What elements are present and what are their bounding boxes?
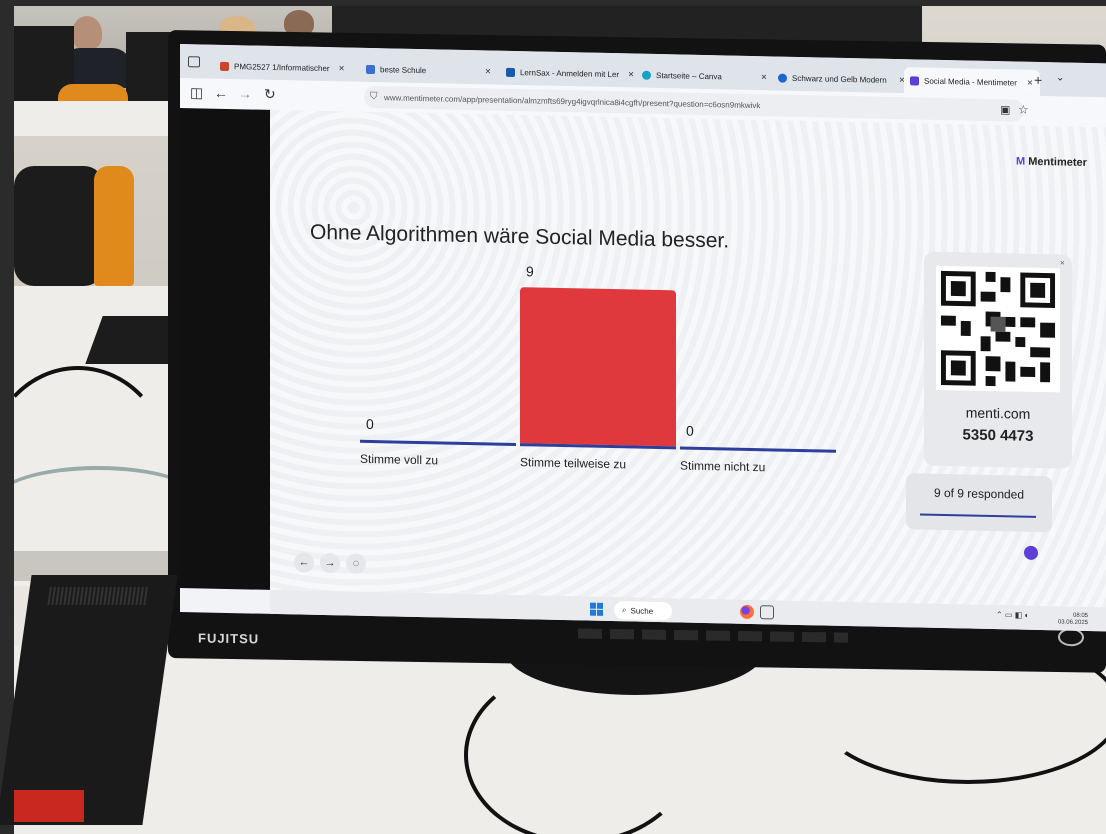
bookmark-star-icon[interactable]: ☆ [1018,103,1029,117]
chevron-down-icon[interactable]: ⌄ [1056,72,1064,83]
reader-mode-icon[interactable]: ▣ [1000,103,1010,116]
mini-pc-accent [14,790,84,822]
chair [94,166,134,286]
reactions-icon[interactable] [1024,545,1038,560]
system-tray[interactable]: ⌃ ▭ ◧ ◐ [996,610,1029,620]
taskbar-search[interactable]: ⌕ Suche [614,601,672,621]
chart-category-label: Stimme nicht zu [680,458,766,475]
chart-value-label: 0 [366,415,374,433]
prev-slide-button[interactable]: ← [294,552,314,573]
responses-progress [920,513,1036,518]
tab-actions-icon[interactable] [188,56,200,68]
search-icon: ⌕ [622,605,627,615]
join-card: × menti.com 5350 4473 [924,251,1072,469]
tab-label: Startseite – Canva [656,70,722,81]
tab-canva[interactable]: Startseite – Canva × [636,62,778,91]
tab-label: beste Schule [380,64,427,75]
firefox-icon[interactable] [740,604,754,620]
tab-informatik[interactable]: PMG2527 1/Informatischer × [214,53,358,82]
new-tab-button[interactable]: + [1034,72,1042,88]
taskbar-clock[interactable]: 08:05 03.06.2025 [1048,612,1088,627]
chart-baseline [680,446,836,453]
student-head [72,16,102,50]
tab-favicon-icon [220,61,229,71]
tab-favicon-icon [366,64,375,74]
tab-label: LernSax - Anmelden mit Ler [519,67,620,79]
tab-label: PMG2527 1/Informatischer [234,61,330,73]
url-text: www.mentimeter.com/app/presentation/almz… [384,92,761,110]
sidebar-toggle-icon[interactable]: ◫ [190,84,203,101]
question-title: Ohne Algorithmen wäre Social Media besse… [310,220,730,253]
desk [14,101,184,136]
clock-date: 03.06.2025 [1057,619,1088,627]
tab-schwarz-gelb[interactable]: Schwarz und Gelb Modern × [772,64,912,93]
tab-favicon-icon [642,70,651,80]
tab-mentimeter[interactable]: Social Media - Mentimeter × [904,67,1040,97]
black-margin [180,108,270,590]
tab-favicon-icon [506,67,515,77]
join-code: 5350 4473 [962,426,1034,445]
reload-icon[interactable]: ↻ [264,86,276,103]
lightbulb-icon[interactable]: ◌ [346,553,366,574]
close-icon[interactable]: × [761,72,767,83]
shield-icon: ⛉ [370,90,378,103]
chart-bar [520,287,676,447]
tab-favicon-icon [778,73,787,83]
forward-arrow-icon[interactable]: → [238,85,252,101]
tab-label: Social Media - Mentimeter [924,76,1017,88]
qr-code-icon [936,265,1060,393]
tab-label: Schwarz und Gelb Modern [792,73,887,85]
tab-beste-schule[interactable]: beste Schule × [360,56,502,85]
search-label: Suche [630,605,654,616]
next-slide-button[interactable]: → [320,552,340,574]
backpack [14,166,104,286]
windows-start-icon[interactable] [590,602,603,616]
responses-count: 9 of 9 responded [933,485,1025,502]
monitor-screen: PMG2527 1/Informatischer × beste Schule … [180,44,1106,632]
responses-card: 9 of 9 responded [906,473,1052,533]
chart-category-label: Stimme voll zu [360,451,439,468]
close-icon[interactable]: × [628,69,634,80]
join-site: menti.com [965,404,1031,422]
mentimeter-logo: M Mentimeter [1016,156,1087,169]
vent-grille [47,587,150,605]
mentimeter-logo-icon: M [1016,155,1026,168]
presentation-slide: M Mentimeter Ohne Algorithmen wäre Socia… [270,109,1106,608]
logo-text: Mentimeter [1028,155,1087,169]
close-icon[interactable]: × [485,66,491,77]
back-arrow-icon[interactable]: ← [214,85,228,101]
qr-code [936,265,1060,393]
bar-chart: 0 Stimme voll zu 9 Stimme teilweise zu 0 Stim… [360,263,840,492]
close-icon[interactable]: × [1027,77,1033,88]
tab-lernsax[interactable]: LernSax - Anmelden mit Ler × [500,59,640,88]
app-icon[interactable] [760,605,774,620]
close-icon[interactable]: × [1060,258,1065,267]
close-icon[interactable]: × [339,63,345,74]
monitor-buttons[interactable] [578,628,848,643]
mentimeter-favicon-icon [910,75,919,85]
chart-baseline [360,439,516,447]
chart-value-label: 9 [526,263,534,280]
chart-value-label: 0 [686,422,694,439]
monitor-brand: FUJITSU [198,630,260,647]
chart-category-label: Stimme teilweise zu [520,455,627,472]
